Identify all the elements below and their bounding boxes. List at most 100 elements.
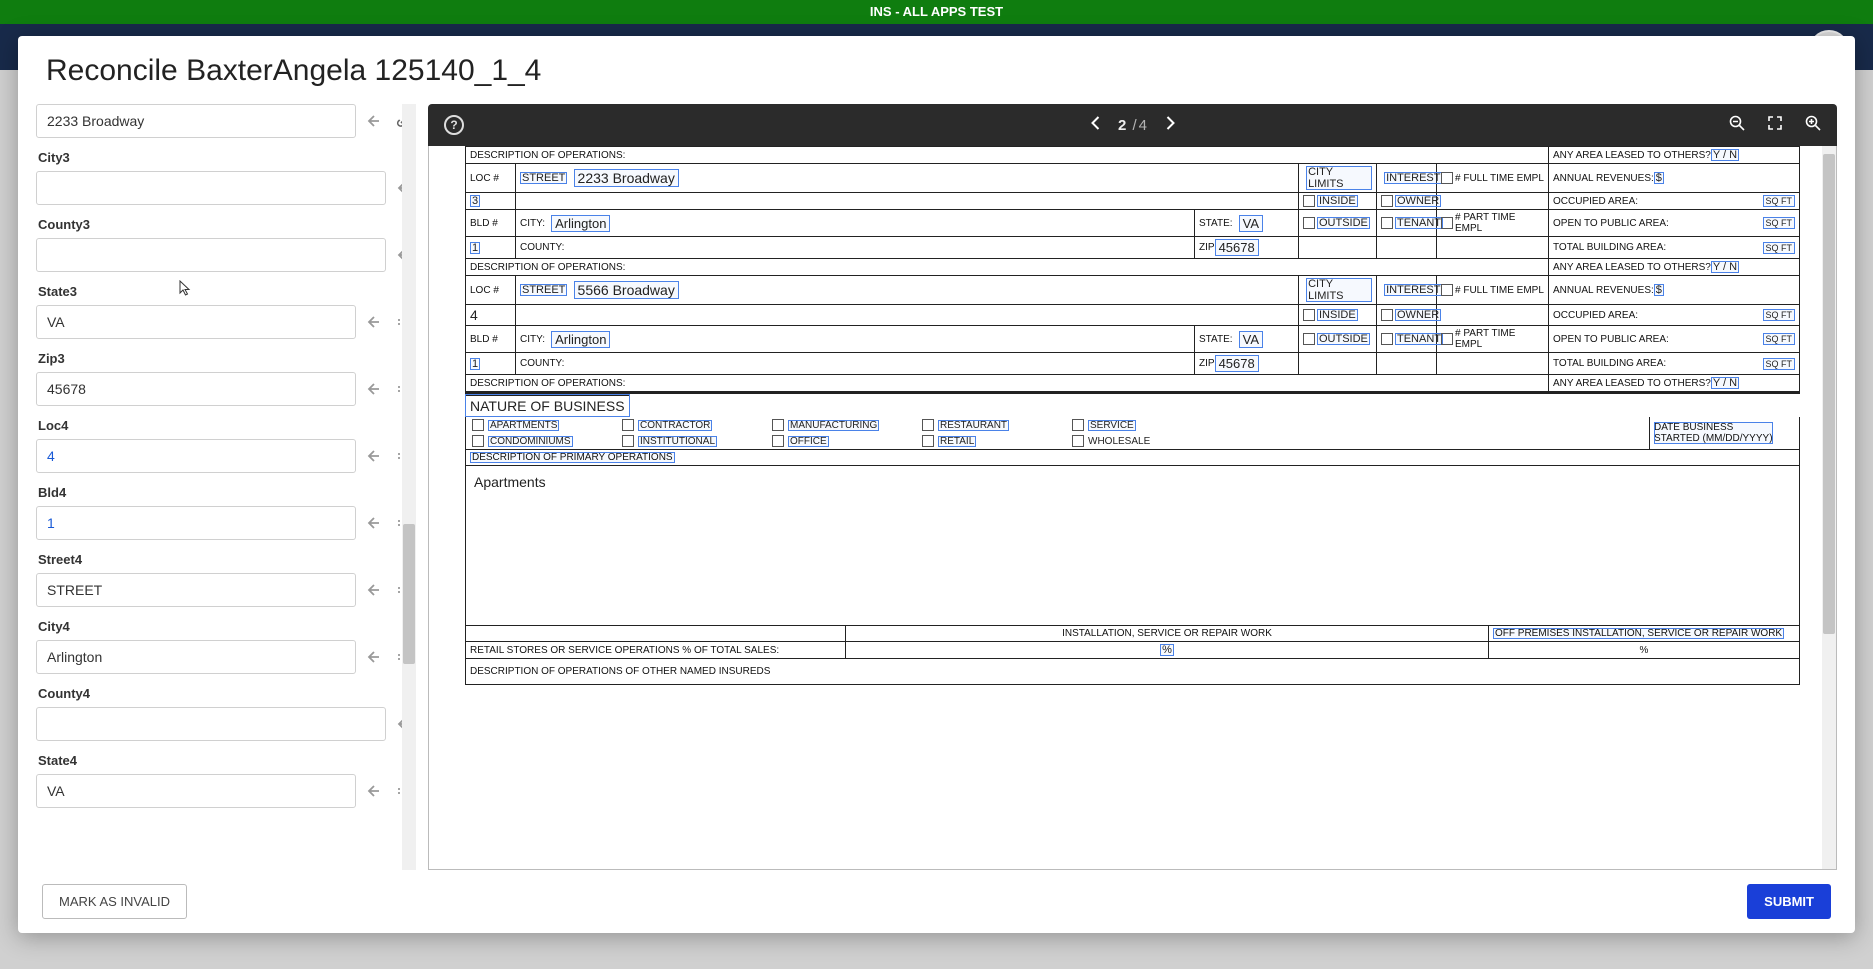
prev-page-icon[interactable]: [1088, 115, 1104, 136]
occupied-cell: OCCUPIED AREA:SQ FT: [1549, 305, 1799, 325]
open-public-cell: OPEN TO PUBLIC AREA:SQ FT: [1549, 210, 1799, 236]
mark-invalid-button[interactable]: MARK AS INVALID: [42, 884, 187, 919]
modal-title: Reconcile BaxterAngela 125140_1_4: [18, 36, 1855, 94]
field-input-street3[interactable]: [36, 104, 356, 138]
field-input-city4[interactable]: [36, 640, 356, 674]
nature-opt-condominiums[interactable]: CONDOMINIUMS: [466, 433, 616, 449]
doc-scrollbar[interactable]: [1822, 146, 1836, 869]
revert-icon[interactable]: [360, 506, 386, 540]
revert-icon[interactable]: [360, 573, 386, 607]
field-label: City4: [36, 613, 416, 640]
field-label: Zip3: [36, 345, 416, 372]
city-limits-hdr: CITY LIMITS: [1299, 164, 1377, 192]
field-input-street4[interactable]: [36, 573, 356, 607]
leased-cell: ANY AREA LEASED TO OTHERS? Y / N: [1549, 259, 1799, 275]
desc-primary-value: Apartments: [465, 466, 1800, 626]
street-cell: STREET 2233 Broadway: [516, 164, 1299, 192]
owner-cell: OWNER: [1377, 193, 1437, 209]
nature-opt-institutional[interactable]: INSTITUTIONAL: [616, 433, 766, 449]
fullscreen-icon[interactable]: [1767, 115, 1783, 136]
annual-rev-cell: ANNUAL REVENUES: $: [1549, 164, 1799, 192]
revert-icon[interactable]: [360, 774, 386, 808]
reconcile-modal: Reconcile BaxterAngela 125140_1_4 City3 C…: [18, 36, 1855, 933]
field-label: County3: [36, 211, 416, 238]
revert-icon[interactable]: [360, 372, 386, 406]
field-input-county4[interactable]: [36, 707, 386, 741]
total-bldg-cell: TOTAL BUILDING AREA:SQ FT: [1549, 353, 1799, 374]
install-pct: %: [846, 642, 1489, 658]
page-indicator: 2 /4: [1118, 117, 1147, 134]
revert-icon[interactable]: [360, 305, 386, 339]
zoom-out-icon[interactable]: [1729, 115, 1745, 136]
field-input-city3[interactable]: [36, 171, 386, 205]
submit-button[interactable]: SUBMIT: [1747, 884, 1831, 919]
nature-opt-wholesale[interactable]: WHOLESALE: [1066, 433, 1196, 449]
city-limits-hdr: CITY LIMITS: [1299, 276, 1377, 304]
left-scrollbar-thumb[interactable]: [403, 524, 415, 664]
desc-primary-hdr: DESCRIPTION OF PRIMARY OPERATIONS: [466, 450, 1799, 465]
ft-empl-cell: # FULL TIME EMPL: [1437, 164, 1549, 192]
tenant-cell: TENANT: [1377, 210, 1437, 236]
modal-footer: MARK AS INVALID SUBMIT: [18, 870, 1855, 933]
field-input-state3[interactable]: [36, 305, 356, 339]
install-work-hdr: INSTALLATION, SERVICE OR REPAIR WORK: [846, 626, 1489, 641]
inside-cell: INSIDE: [1299, 193, 1377, 209]
interest-hdr: INTEREST: [1377, 276, 1437, 304]
total-bldg-cell: TOTAL BUILDING AREA:SQ FT: [1549, 237, 1799, 258]
zip-cell: ZIP 45678: [1195, 237, 1299, 258]
owner-cell: OWNER: [1377, 305, 1437, 325]
open-public-cell: OPEN TO PUBLIC AREA:SQ FT: [1549, 326, 1799, 352]
outside-cell: OUTSIDE: [1299, 210, 1377, 236]
field-input-county3[interactable]: [36, 238, 386, 272]
nature-opt-office[interactable]: OFFICE: [766, 433, 916, 449]
nature-opt-apartments[interactable]: APARTMENTS: [466, 417, 616, 433]
county-cell: COUNTY:: [516, 237, 1195, 258]
page-sep: /: [1131, 117, 1139, 134]
page-total: 4: [1139, 117, 1147, 134]
field-label: County4: [36, 680, 416, 707]
field-input-state4[interactable]: [36, 774, 356, 808]
bld-lab: BLD #: [466, 210, 516, 236]
county-cell: COUNTY:: [516, 353, 1195, 374]
outside-cell: OUTSIDE: [1299, 326, 1377, 352]
revert-icon[interactable]: [360, 640, 386, 674]
doc-scrollbar-thumb[interactable]: [1823, 154, 1835, 634]
field-input-zip3[interactable]: [36, 372, 356, 406]
field-input-loc4[interactable]: [36, 439, 356, 473]
retail-pct-label: RETAIL STORES OR SERVICE OPERATIONS % OF…: [466, 642, 846, 658]
desc-ops-label: DESCRIPTION OF OPERATIONS:: [466, 259, 1549, 275]
city-cell: CITY: Arlington: [516, 210, 1195, 236]
state-cell: STATE: VA: [1195, 210, 1299, 236]
pt-empl-cell: # PART TIME EMPL: [1437, 326, 1549, 352]
loc-lab: LOC #: [466, 164, 516, 192]
next-page-icon[interactable]: [1161, 115, 1177, 136]
field-label: Street4: [36, 546, 416, 573]
field-list-panel[interactable]: City3County3State3Zip3Loc4Bld4Street4Cit…: [36, 104, 416, 870]
nature-opt-contractor[interactable]: CONTRACTOR: [616, 417, 766, 433]
desc-other-named-label: DESCRIPTION OF OPERATIONS OF OTHER NAMED…: [466, 659, 1799, 684]
left-scrollbar[interactable]: [402, 104, 416, 870]
offprem-install-hdr: OFF PREMISES INSTALLATION, SERVICE OR RE…: [1489, 626, 1799, 641]
help-icon[interactable]: ?: [444, 115, 464, 135]
app-banner: INS - ALL APPS TEST: [0, 0, 1873, 24]
ft-empl-cell: # FULL TIME EMPL: [1437, 276, 1549, 304]
street-cell: STREET 5566 Broadway: [516, 276, 1299, 304]
zoom-in-icon[interactable]: [1805, 115, 1821, 136]
revert-icon[interactable]: [360, 439, 386, 473]
leased-cell: ANY AREA LEASED TO OTHERS? Y / N: [1549, 147, 1799, 163]
nature-opt-service[interactable]: SERVICE: [1066, 417, 1196, 433]
loc-num: 4: [466, 305, 516, 325]
offprem-pct: %: [1489, 642, 1799, 658]
desc-ops-label: DESCRIPTION OF OPERATIONS:: [466, 147, 1549, 163]
nature-opt-manufacturing[interactable]: MANUFACTURING: [766, 417, 916, 433]
zip-cell: ZIP 45678: [1195, 353, 1299, 374]
field-label: City3: [36, 144, 416, 171]
nature-opt-restaurant[interactable]: RESTAURANT: [916, 417, 1066, 433]
field-label: State4: [36, 747, 416, 774]
page-current: 2: [1118, 117, 1126, 134]
field-input-bld4[interactable]: [36, 506, 356, 540]
nature-opt-retail[interactable]: RETAIL: [916, 433, 1066, 449]
document-scroll-area[interactable]: DESCRIPTION OF OPERATIONS:ANY AREA LEASE…: [428, 146, 1837, 870]
revert-icon[interactable]: [360, 104, 386, 138]
bld-num: 1: [466, 353, 516, 374]
